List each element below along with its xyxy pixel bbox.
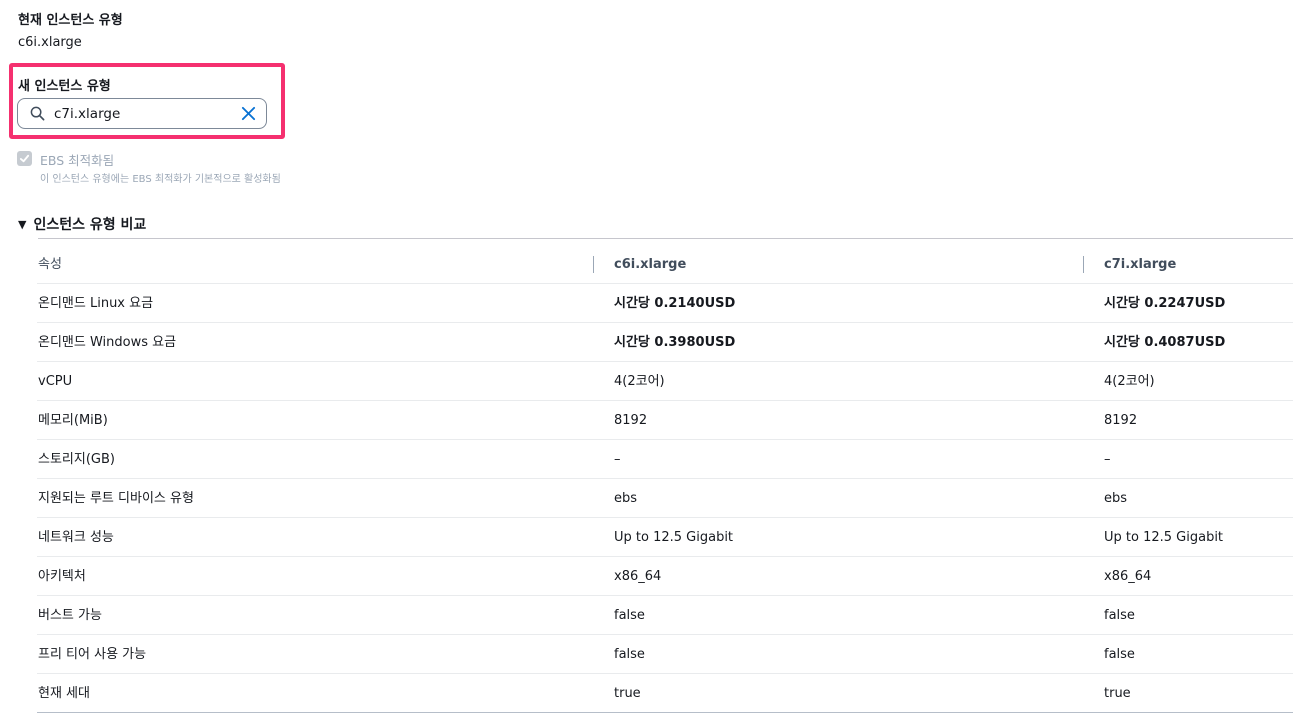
attribute-cell: 스토리지(GB)	[38, 452, 115, 467]
table-row: 메모리(MiB) 8192 8192	[37, 401, 1293, 440]
compare-section-toggle[interactable]: ▼ 인스턴스 유형 비교	[18, 214, 146, 234]
column-separator[interactable]	[1083, 256, 1084, 273]
new-value-cell: –	[1104, 452, 1111, 467]
column-header-attribute: 속성	[38, 257, 62, 272]
table-row: 온디맨드 Windows 요금 시간당 0.3980USD 시간당 0.4087…	[37, 323, 1293, 362]
current-value-cell: 4(2코어)	[614, 374, 665, 389]
caret-down-icon: ▼	[18, 217, 27, 231]
current-value-cell: true	[614, 686, 641, 701]
current-value-cell: Up to 12.5 Gigabit	[614, 530, 734, 545]
attribute-cell: 지원되는 루트 디바이스 유형	[38, 491, 194, 506]
table-row: 아키텍처 x86_64 x86_64	[37, 557, 1293, 596]
ebs-optimized-checkbox[interactable]	[17, 151, 32, 166]
current-value-cell: ebs	[614, 491, 638, 506]
current-value-cell: –	[614, 452, 621, 467]
table-row: 스토리지(GB) – –	[37, 440, 1293, 479]
column-separator[interactable]	[593, 256, 594, 273]
search-icon	[30, 106, 45, 121]
new-value-cell: false	[1104, 647, 1135, 662]
new-value-cell: true	[1104, 686, 1131, 701]
close-icon[interactable]	[241, 106, 256, 121]
table-row: 현재 세대 true true	[37, 674, 1293, 713]
ebs-optimized-description: 이 인스턴스 유형에는 EBS 최적화가 기본적으로 활성화됨	[40, 174, 281, 185]
attribute-cell: vCPU	[38, 374, 73, 389]
checkmark-icon	[19, 154, 30, 163]
attribute-cell: 버스트 가능	[38, 608, 102, 623]
new-value-cell: false	[1104, 608, 1135, 623]
new-value-cell: 8192	[1104, 413, 1138, 428]
comparison-table: 속성 c6i.xlarge c7i.xlarge 온디맨드 Linux 요금 시…	[37, 245, 1293, 713]
attribute-cell: 현재 세대	[38, 686, 90, 701]
current-value-cell: 8192	[614, 413, 648, 428]
new-value-cell: 시간당 0.4087USD	[1104, 335, 1226, 350]
compare-section-title: 인스턴스 유형 비교	[33, 217, 147, 233]
ebs-optimized-label: EBS 최적화됨	[40, 153, 115, 168]
table-header-row: 속성 c6i.xlarge c7i.xlarge	[37, 245, 1293, 284]
attribute-cell: 메모리(MiB)	[38, 413, 108, 428]
table-row: 네트워크 성능 Up to 12.5 Gigabit Up to 12.5 Gi…	[37, 518, 1293, 557]
new-value-cell: x86_64	[1104, 569, 1152, 584]
current-instance-type-value: c6i.xlarge	[18, 35, 82, 50]
instance-type-search-input[interactable]	[54, 103, 234, 125]
current-instance-type-label: 현재 인스턴스 유형	[18, 13, 123, 28]
new-value-cell: Up to 12.5 Gigabit	[1104, 530, 1224, 545]
current-value-cell: false	[614, 608, 645, 623]
new-value-cell: 4(2코어)	[1104, 374, 1155, 389]
table-row: vCPU 4(2코어) 4(2코어)	[37, 362, 1293, 401]
divider	[38, 238, 1293, 239]
column-header-new: c7i.xlarge	[1104, 257, 1177, 272]
attribute-cell: 네트워크 성능	[38, 530, 114, 545]
table-row: 온디맨드 Linux 요금 시간당 0.2140USD 시간당 0.2247US…	[37, 284, 1293, 323]
new-value-cell: ebs	[1104, 491, 1128, 506]
column-header-current: c6i.xlarge	[614, 257, 687, 272]
instance-type-search-field[interactable]	[17, 98, 267, 129]
current-value-cell: 시간당 0.3980USD	[614, 335, 736, 350]
attribute-cell: 프리 티어 사용 가능	[38, 647, 147, 662]
new-instance-type-label: 새 인스턴스 유형	[18, 79, 111, 94]
table-row: 지원되는 루트 디바이스 유형 ebs ebs	[37, 479, 1293, 518]
current-value-cell: false	[614, 647, 645, 662]
attribute-cell: 아키텍처	[38, 569, 86, 584]
attribute-cell: 온디맨드 Windows 요금	[38, 335, 177, 350]
current-value-cell: 시간당 0.2140USD	[614, 296, 736, 311]
new-value-cell: 시간당 0.2247USD	[1104, 296, 1226, 311]
table-row: 버스트 가능 false false	[37, 596, 1293, 635]
table-row: 프리 티어 사용 가능 false false	[37, 635, 1293, 674]
current-value-cell: x86_64	[614, 569, 662, 584]
attribute-cell: 온디맨드 Linux 요금	[38, 296, 154, 311]
